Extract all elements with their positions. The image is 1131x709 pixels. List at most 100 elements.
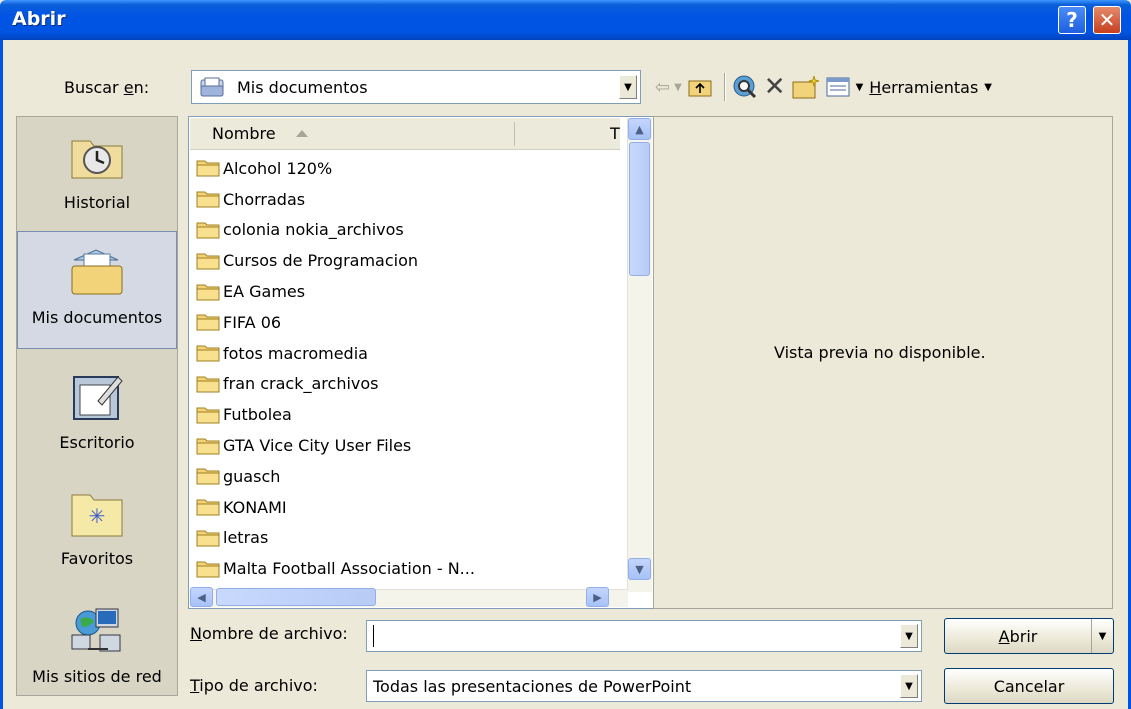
list-item-label: guasch <box>223 466 281 486</box>
folder-icon <box>196 499 220 516</box>
preview-pane: Vista previa no disponible. <box>653 116 1113 609</box>
back-arrow-icon: ⇦ <box>655 76 671 98</box>
views-icon <box>826 77 850 97</box>
views-button[interactable]: ▼ <box>826 72 863 102</box>
toolbar-separator <box>723 73 726 101</box>
folder-icon <box>196 345 220 362</box>
folder-icon <box>196 530 220 547</box>
scroll-down-button[interactable]: ▼ <box>628 558 651 580</box>
list-item[interactable]: fotos macromedia <box>195 338 475 369</box>
delete-icon: ✕ <box>763 72 786 102</box>
list-item-label: colonia nokia_archivos <box>223 220 404 240</box>
delete-button[interactable]: ✕ <box>764 72 786 102</box>
list-item-label: FIFA 06 <box>223 312 282 332</box>
title-bar[interactable]: Abrir ? ✕ <box>0 0 1131 40</box>
list-item[interactable]: KONAMI <box>195 492 475 523</box>
text-caret <box>373 625 374 647</box>
filetype-combo[interactable]: Todas las presentaciones de PowerPoint ▼ <box>366 670 922 702</box>
place-network[interactable]: Mis sitios de red <box>17 605 177 686</box>
back-dropdown-icon: ▼ <box>674 81 682 93</box>
filetype-dropdown-button[interactable]: ▼ <box>900 674 918 698</box>
list-item[interactable]: Malta Football Association - N... <box>195 553 475 584</box>
folder-icon <box>196 438 220 455</box>
place-desktop[interactable]: Escritorio <box>17 371 177 452</box>
folder-icon <box>196 314 220 331</box>
list-item[interactable]: GTA Vice City User Files <box>195 430 475 461</box>
toolbar: ⇦ ▼ ✕ ▼ Herramientas ▼ <box>655 68 998 106</box>
filetype-value: Todas las presentaciones de PowerPoint <box>373 677 692 696</box>
filename-dropdown-button[interactable]: ▼ <box>900 624 918 648</box>
tools-dropdown-icon: ▼ <box>984 81 992 93</box>
place-history-label: Historial <box>63 193 131 212</box>
list-item-label: KONAMI <box>223 497 287 517</box>
vertical-scroll-thumb[interactable] <box>629 142 650 276</box>
new-folder-icon <box>792 75 819 99</box>
help-button[interactable]: ? <box>1058 6 1086 34</box>
list-item-label: fotos macromedia <box>223 343 368 363</box>
list-item[interactable]: fran crack_archivos <box>195 369 475 400</box>
filename-input[interactable]: ▼ <box>366 620 922 652</box>
filename-label: Nombre de archivo: <box>190 624 348 643</box>
folder-icon <box>196 407 220 424</box>
list-item[interactable]: FIFA 06 <box>195 307 475 338</box>
folder-icon <box>196 468 220 485</box>
desktop-icon <box>73 376 123 420</box>
list-item[interactable]: EA Games <box>195 276 475 307</box>
folder-icon <box>196 222 220 239</box>
places-bar: Historial Mis documentos Escritorio ✳ Fa… <box>16 116 178 696</box>
search-web-icon <box>733 75 756 99</box>
svg-text:✳: ✳ <box>89 504 106 528</box>
scroll-right-button[interactable]: ▶ <box>586 587 609 607</box>
tools-menu-button[interactable]: Herramientas ▼ <box>869 72 992 102</box>
search-web-button[interactable] <box>732 72 758 102</box>
preview-message: Vista previa no disponible. <box>774 343 986 362</box>
list-item-label: Futbolea <box>223 405 292 425</box>
list-item[interactable]: letras <box>195 523 475 554</box>
network-places-icon <box>71 608 121 652</box>
vertical-scrollbar[interactable]: ▲ ▼ <box>627 118 652 592</box>
scroll-up-button[interactable]: ▲ <box>628 118 651 140</box>
place-favorites-label: Favoritos <box>60 549 134 568</box>
lookin-dropdown-button[interactable]: ▼ <box>619 75 637 99</box>
folder-icon <box>196 253 220 270</box>
tools-menu-label: Herramientas <box>869 77 979 97</box>
list-item[interactable]: Chorradas <box>195 184 475 215</box>
close-button[interactable]: ✕ <box>1093 6 1121 34</box>
open-button[interactable]: Abrir ▼ <box>944 618 1114 654</box>
lookin-label: Buscar en: <box>64 78 150 97</box>
lookin-combo[interactable]: Mis documentos ▼ <box>191 70 641 104</box>
list-item[interactable]: Alcohol 120% <box>195 153 475 184</box>
list-item-label: GTA Vice City User Files <box>223 436 412 456</box>
favorites-icon: ✳ <box>71 494 123 537</box>
new-folder-button[interactable] <box>792 72 820 102</box>
horizontal-scrollbar[interactable]: ◀ ▶ <box>190 587 628 607</box>
place-history[interactable]: Historial <box>17 131 177 212</box>
list-item-label: EA Games <box>223 282 306 302</box>
open-button-label: Abrir <box>998 626 1038 646</box>
list-item[interactable]: Cursos de Programacion <box>195 245 475 276</box>
list-item-label: letras <box>223 528 269 548</box>
folder-icon <box>196 376 220 393</box>
list-item[interactable]: guasch <box>195 461 475 492</box>
my-documents-icon <box>71 249 123 295</box>
column-type-header[interactable]: T <box>610 124 620 143</box>
file-list[interactable]: Nombre T Alcohol 120% Chorradas colonia no… <box>188 116 654 609</box>
place-desktop-label: Escritorio <box>59 433 135 452</box>
open-options-dropdown[interactable]: ▼ <box>1091 619 1113 653</box>
scroll-left-button[interactable]: ◀ <box>190 587 213 607</box>
list-item-label: Malta Football Association - N... <box>223 559 475 579</box>
list-item[interactable]: Futbolea <box>195 399 475 430</box>
list-item[interactable]: colonia nokia_archivos <box>195 215 475 246</box>
column-name-header[interactable]: Nombre <box>212 124 276 143</box>
up-one-level-button[interactable] <box>688 72 712 102</box>
up-folder-icon <box>688 80 712 97</box>
list-item-label: Chorradas <box>223 189 306 209</box>
horizontal-scroll-thumb[interactable] <box>216 588 376 606</box>
back-button[interactable]: ⇦ ▼ <box>655 72 682 102</box>
column-divider[interactable] <box>514 122 515 146</box>
place-my-documents[interactable]: Mis documentos <box>17 231 177 349</box>
place-favorites[interactable]: ✳ Favoritos <box>17 487 177 568</box>
file-list-header: Nombre T <box>190 118 620 150</box>
place-my-documents-label: Mis documentos <box>31 308 163 327</box>
cancel-button[interactable]: Cancelar <box>944 668 1114 704</box>
